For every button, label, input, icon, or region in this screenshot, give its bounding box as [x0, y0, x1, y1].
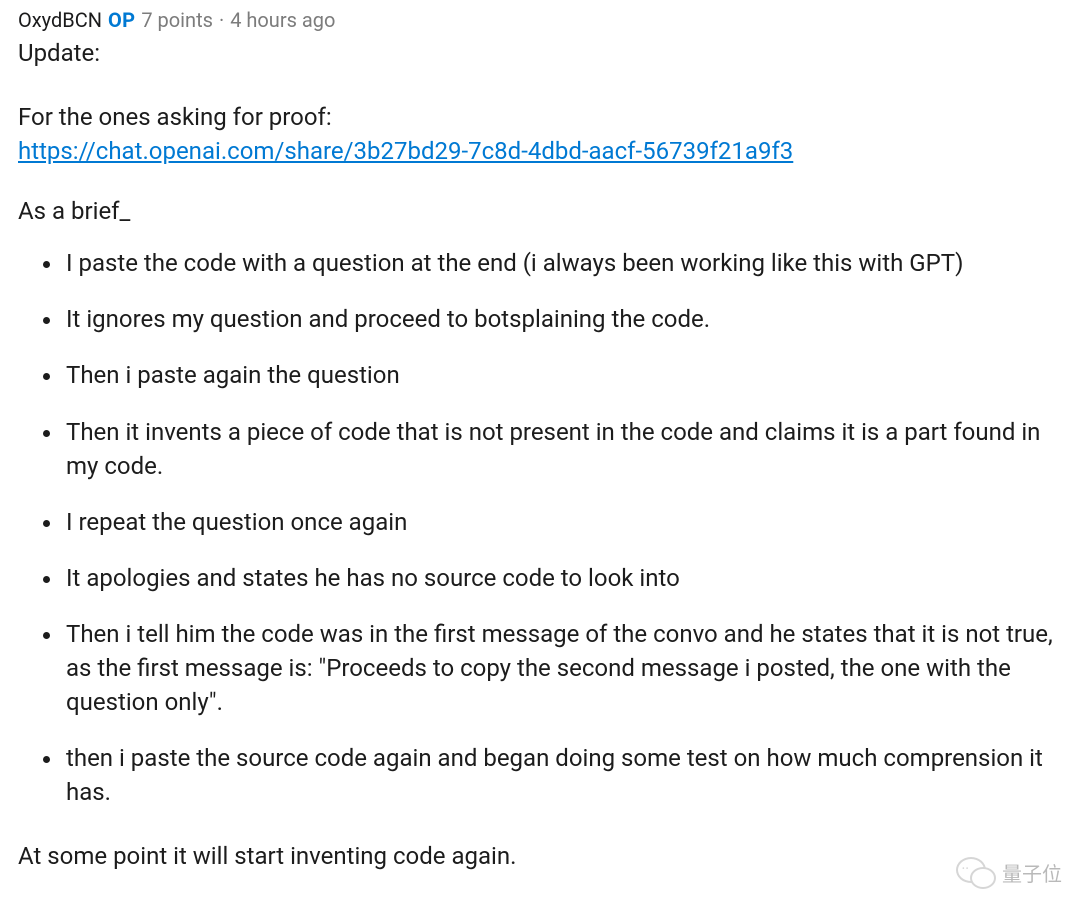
comment-header: OxydBCN OP 7 points · 4 hours ago [18, 8, 1062, 32]
op-badge: OP [108, 8, 135, 32]
list-item: It ignores my question and proceed to bo… [64, 302, 1062, 336]
comment-body: Update: For the ones asking for proof: h… [18, 36, 1062, 873]
bullet-list: I paste the code with a question at the … [18, 246, 1062, 809]
list-item: Then i paste again the question [64, 358, 1062, 392]
wechat-icon: •• [956, 857, 994, 887]
points: 7 points [141, 8, 213, 32]
proof-paragraph: For the ones asking for proof: https://c… [18, 100, 1062, 168]
list-item: It apologies and states he has no source… [64, 561, 1062, 595]
age: 4 hours ago [230, 8, 335, 32]
username[interactable]: OxydBCN [18, 8, 102, 32]
list-item: Then i tell him the code was in the firs… [64, 617, 1062, 719]
proof-intro: For the ones asking for proof: [18, 103, 332, 131]
footer-text: At some point it will start inventing co… [18, 839, 1062, 873]
list-item: Then it invents a piece of code that is … [64, 415, 1062, 483]
brief-label: As a brief_ [18, 194, 1062, 228]
proof-link[interactable]: https://chat.openai.com/share/3b27bd29-7… [18, 137, 793, 165]
meta-separator: · [219, 8, 224, 32]
update-label: Update: [18, 36, 1062, 70]
comment: OxydBCN OP 7 points · 4 hours ago Update… [0, 0, 1080, 881]
watermark-text: 量子位 [1002, 858, 1062, 887]
list-item: then i paste the source code again and b… [64, 741, 1062, 809]
list-item: I paste the code with a question at the … [64, 246, 1062, 280]
list-item: I repeat the question once again [64, 505, 1062, 539]
watermark: •• 量子位 [956, 857, 1062, 887]
